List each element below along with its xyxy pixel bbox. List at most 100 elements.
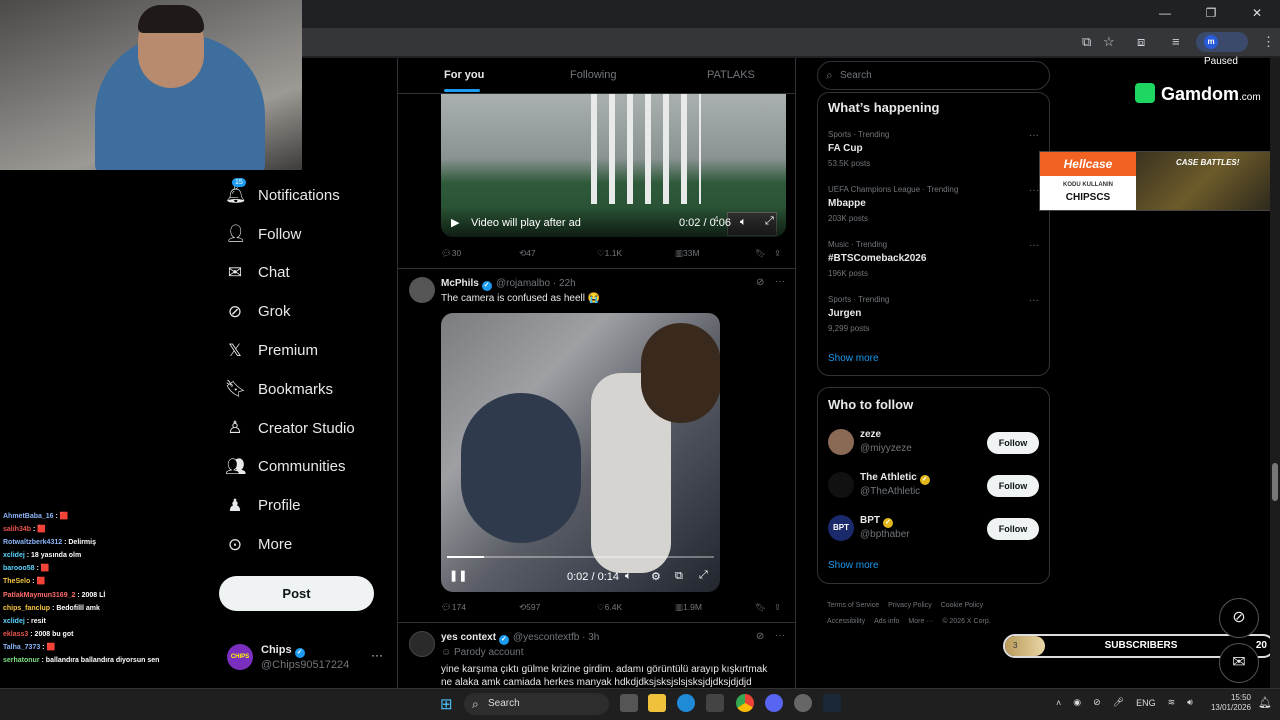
follow-suggestion-name[interactable]: BPT ✓ <box>860 515 893 528</box>
pause-icon[interactable]: ❚❚ <box>449 569 467 582</box>
account-switcher[interactable]: CHIPS Chips ✓ @Chips90517224 ··· <box>227 642 387 682</box>
tab-following[interactable]: Following <box>570 69 616 81</box>
footer-link[interactable]: More ··· <box>908 618 933 625</box>
sidebar-item-chat[interactable]: ✉ Chat <box>225 254 355 293</box>
more-dots-icon[interactable]: ··· <box>371 648 383 662</box>
messages-float-button[interactable]: ✉ <box>1219 643 1259 683</box>
footer-link[interactable]: Accessibility <box>827 618 865 625</box>
more-dots-icon[interactable]: ··· <box>1029 185 1039 196</box>
edge-icon[interactable] <box>677 694 695 712</box>
tab-patlaks[interactable]: PATLAKS <box>707 69 755 81</box>
minimize-icon[interactable]: — <box>1142 0 1188 26</box>
sidebar-item-profile[interactable]: ♟ Profile <box>225 486 355 525</box>
settings-icon[interactable]: ⚙ <box>651 570 661 583</box>
more-dots-icon[interactable]: ··· <box>1029 240 1039 251</box>
discord-icon[interactable] <box>765 694 783 712</box>
footer-link[interactable]: Cookie Policy <box>941 602 983 609</box>
follow-button[interactable]: Follow <box>987 432 1039 454</box>
sidebar-item-notifications[interactable]: 🔔︎ 15 Notifications <box>225 176 355 215</box>
pip-icon[interactable]: ⧉ <box>675 570 683 583</box>
sidebar-item-creator-studio[interactable]: ♙ Creator Studio <box>225 409 354 448</box>
file-explorer-icon[interactable] <box>648 694 666 712</box>
more-dots-icon[interactable]: ··· <box>775 630 785 641</box>
profile-paused-button[interactable]: mPaused <box>1196 32 1248 67</box>
post-button[interactable]: Post <box>219 576 374 611</box>
follow-suggestion-name[interactable]: zeze <box>860 429 881 440</box>
share-icon[interactable]: ⇪ <box>774 248 781 259</box>
tweet2-video[interactable]: ❚❚ 0:02 / 0:14 🔈︎ ⚙ ⧉ ⤢ <box>441 313 720 592</box>
reading-list-icon[interactable]: ≡ <box>1172 34 1180 49</box>
obs-icon[interactable] <box>794 694 812 712</box>
like-button[interactable]: ♡ 6.4K <box>597 602 622 613</box>
sidebar-item-grok[interactable]: ⊘ Grok <box>225 292 355 331</box>
language-indicator[interactable]: ENG <box>1136 698 1156 708</box>
more-dots-icon[interactable]: ··· <box>775 276 785 287</box>
more-dots-icon[interactable]: ··· <box>1029 130 1039 141</box>
fullscreen-icon[interactable]: ⤢ <box>699 569 708 582</box>
views-button[interactable]: ▥ 33M <box>675 248 700 259</box>
taskbar-clock[interactable]: 15:50 13/01/2026 <box>1205 693 1251 713</box>
avatar[interactable]: BPT <box>828 515 854 541</box>
views-button[interactable]: ▥ 1.9M <box>675 602 702 613</box>
bookmark-icon[interactable]: 🔖︎ <box>755 248 766 259</box>
address-bar[interactable] <box>300 28 1280 56</box>
microphone-icon[interactable]: 🎤︎ <box>1113 697 1124 708</box>
share-icon[interactable]: ⇪ <box>774 602 781 613</box>
show-more-link[interactable]: Show more <box>828 560 879 571</box>
search-input[interactable]: Search <box>817 61 1050 90</box>
sidebar-item-communities[interactable]: 👥︎ Communities <box>225 448 355 487</box>
volume-icon[interactable]: 🔊︎ <box>1187 697 1193 708</box>
notification-bell-icon[interactable]: 🔔︎ <box>1258 696 1272 709</box>
discord-tray-icon[interactable]: ◉ <box>1073 697 1081 708</box>
grok-icon[interactable]: ⊘ <box>756 277 764 288</box>
chevron-up-icon[interactable]: ˄ <box>1056 698 1061 708</box>
tweet2-author[interactable]: McPhils ✓ <box>441 278 492 291</box>
close-icon[interactable]: ✕ <box>1234 0 1280 26</box>
video-progress-track[interactable] <box>447 556 714 558</box>
avatar[interactable] <box>828 472 854 498</box>
footer-link[interactable]: Terms of Service <box>827 602 879 609</box>
sidebar-item-premium[interactable]: 𝕏 Premium <box>225 331 355 370</box>
chrome-menu-icon[interactable]: ⋮ <box>1262 34 1275 50</box>
more-dots-icon[interactable]: ··· <box>1029 295 1039 306</box>
footer-link[interactable]: Ads info <box>874 618 899 625</box>
grok-float-button[interactable]: ⊘ <box>1219 598 1259 638</box>
network-off-icon[interactable]: ⊘ <box>1093 697 1101 708</box>
tweet3-author[interactable]: yes context ✓ <box>441 632 509 645</box>
tweet1-video[interactable]: 4 ▶ Video will play after ad 0:02 / 0:06… <box>441 94 786 237</box>
steam-icon[interactable] <box>823 694 841 712</box>
follow-button[interactable]: Follow <box>987 518 1039 540</box>
avatar[interactable] <box>409 631 435 657</box>
show-more-link[interactable]: Show more <box>828 353 879 364</box>
store-icon[interactable] <box>706 694 724 712</box>
extensions-icon[interactable]: ⧈ <box>1137 34 1145 50</box>
tab-for-you[interactable]: For you <box>444 69 484 81</box>
trend-title[interactable]: Jurgen <box>828 308 861 319</box>
avatar[interactable] <box>828 429 854 455</box>
chrome-icon[interactable] <box>736 694 754 712</box>
wifi-icon[interactable]: ≋ <box>1168 697 1176 708</box>
fullscreen-icon[interactable]: ⤢ <box>765 215 774 228</box>
volume-icon[interactable]: 🔈︎ <box>625 570 632 583</box>
repost-button[interactable]: ⟲ 47 <box>519 248 536 259</box>
trend-title[interactable]: FA Cup <box>828 143 863 154</box>
task-view-icon[interactable] <box>620 694 638 712</box>
grok-icon[interactable]: ⊘ <box>756 631 764 642</box>
star-icon[interactable]: ☆ <box>1103 34 1115 50</box>
follow-suggestion-name[interactable]: The Athletic ✓ <box>860 472 930 485</box>
like-button[interactable]: ♡ 1.1K <box>597 248 622 259</box>
play-icon[interactable]: ▶ <box>451 216 459 229</box>
trend-title[interactable]: #BTSComeback2026 <box>828 253 926 264</box>
sidebar-item-more[interactable]: ⊙ More <box>225 525 355 564</box>
sidebar-item-bookmarks[interactable]: 🔖︎ Bookmarks <box>225 370 355 409</box>
sidebar-item-follow[interactable]: 👤︎ Follow <box>225 215 355 254</box>
repost-button[interactable]: ⟲ 597 <box>519 602 540 613</box>
scrollbar-thumb[interactable] <box>1272 463 1278 501</box>
footer-link[interactable]: Privacy Policy <box>888 602 932 609</box>
footer-link[interactable]: © 2026 X Corp. <box>942 618 990 625</box>
windows-start-icon[interactable]: ⊞ <box>440 695 453 713</box>
page-scrollbar[interactable] <box>1270 58 1280 688</box>
maximize-icon[interactable]: ❐ <box>1188 0 1234 26</box>
reply-button[interactable]: 💬︎ 174 <box>441 602 466 613</box>
taskbar-search[interactable]: Search <box>464 693 609 715</box>
